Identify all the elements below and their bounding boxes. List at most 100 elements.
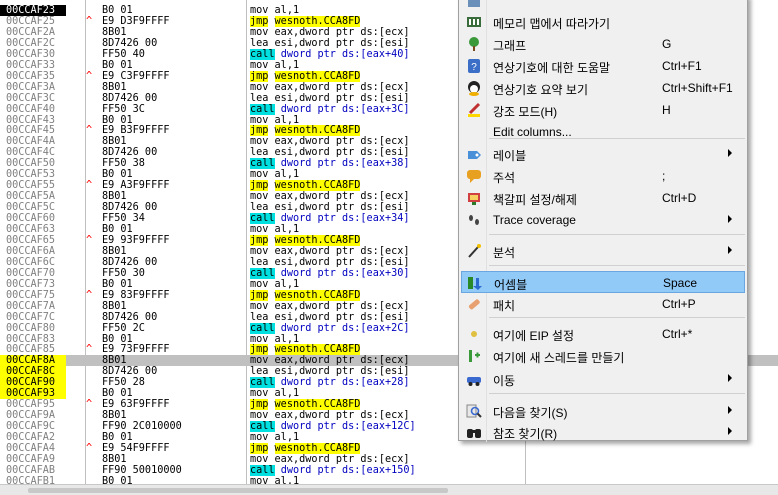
operands: wesnoth.CCA8FD — [274, 70, 361, 82]
instruction-cell: call dword ptr ds:[eax+34] — [250, 213, 410, 225]
bytes-cell: B0 01 — [102, 432, 133, 444]
menu-item-graph-tree[interactable]: 그래프 G — [461, 33, 745, 55]
instruction-cell: call dword ptr ds:[eax+30] — [250, 267, 410, 279]
menu-item-new-thread[interactable]: 여기에 새 스레드를 만들기 — [461, 345, 745, 367]
address-cell: 00CCAF7A — [6, 300, 56, 312]
instruction-cell: mov eax,dword ptr ds:[ecx] — [250, 136, 409, 147]
menu-item-analysis-wand[interactable]: 분석 — [461, 240, 745, 262]
address-cell: 00CCAF7C — [6, 311, 56, 323]
instruction-cell: jmp wesnoth.CCA8FD — [250, 399, 361, 411]
instruction-cell: mov eax,dword ptr ds:[ecx] — [250, 301, 409, 312]
menu-item-label[interactable]: 레이블 — [461, 143, 745, 165]
address-cell: 00CCAF8C — [0, 366, 66, 378]
operands: al,1 — [274, 5, 300, 16]
mnemonic: mov — [250, 169, 269, 181]
menu-separator — [489, 138, 745, 139]
operands: esi,dword ptr ds:[esi] — [274, 202, 410, 214]
bytes-cell: E9 A3F9FFFF — [102, 180, 170, 192]
menu-item-patch-bandage[interactable]: 패치 Ctrl+P — [461, 293, 745, 315]
instruction-cell: lea esi,dword ptr ds:[esi] — [250, 147, 409, 158]
instruction-cell: mov al,1 — [250, 279, 299, 290]
bytes-cell: 8D7426 00 — [102, 92, 158, 104]
operands: dword ptr ds:[eax+150] — [280, 464, 416, 476]
address-cell: 00CCAF2A — [6, 26, 56, 38]
instruction-cell: call dword ptr ds:[eax+150] — [250, 464, 416, 476]
address-cell: 00CCAFA2 — [6, 432, 56, 444]
menu-item-assemble[interactable]: 어셈블 Space — [461, 271, 745, 293]
menu-item-label: Trace coverage — [493, 213, 576, 227]
menu-item-goto-car[interactable]: 이동 — [461, 368, 745, 390]
scrollbar-thumb[interactable] — [28, 488, 448, 493]
menu-item-memory-map[interactable]: 메모리 맵에서 따라가기 — [461, 11, 745, 33]
menu-item-shortcut: Ctrl+P — [662, 297, 696, 311]
submenu-arrow-icon — [728, 406, 732, 414]
operands: al,1 — [274, 432, 300, 444]
bytes-cell: FF90 2C010000 — [102, 421, 182, 433]
instruction-cell: mov al,1 — [250, 388, 299, 399]
instruction-cell: lea esi,dword ptr ds:[esi] — [250, 38, 409, 49]
jump-up-arrow-icon: ^ — [86, 125, 93, 137]
address-cell: 00CCAF5A — [6, 191, 56, 203]
bytes-cell: E9 73F9FFFF — [102, 344, 170, 356]
menu-item-bookmark[interactable]: 책갈피 설정/해제 Ctrl+D — [461, 187, 745, 209]
address-cell: 00CCAF25 — [6, 15, 56, 27]
instruction-cell: mov eax,dword ptr ds:[ecx] — [250, 355, 409, 366]
disasm-row[interactable]: 00CCAFAB FF90 50010000 call dword ptr ds:[… — [0, 464, 778, 476]
operands: al,1 — [274, 59, 300, 71]
menu-item-comment[interactable]: 주석; — [461, 165, 745, 187]
bytes-cell: FF50 30 — [102, 267, 145, 279]
menu-item-trace-footprints[interactable]: Trace coverage — [461, 209, 745, 231]
address-cell: 00CCAF80 — [6, 322, 56, 334]
address-cell: 00CCAF93 — [0, 388, 66, 400]
menu-item-help[interactable]: ? 연상기호에 대한 도움말 Ctrl+F1 — [461, 55, 745, 77]
mnemonic: jmp — [250, 344, 269, 356]
menu-item-none[interactable]: Edit columns... — [461, 121, 745, 143]
address-cell: 00CCAF83 — [6, 333, 56, 345]
mnemonic: mov — [250, 191, 269, 203]
menu-item-find-magnifier[interactable]: 다음을 찾기(S) — [461, 400, 745, 422]
mnemonic: jmp — [250, 234, 269, 246]
submenu-arrow-icon — [728, 374, 732, 382]
instruction-cell: mov eax,dword ptr ds:[ecx] — [250, 82, 409, 93]
trace-footprints-icon — [466, 212, 482, 228]
address-cell: 00CCAF85 — [6, 344, 56, 356]
operands: eax,dword ptr ds:[ecx] — [274, 81, 410, 93]
disasm-row[interactable]: 00CCAFA9 8B01 mov eax,dword ptr ds:[ecx] — [0, 454, 778, 465]
mnemonic: mov — [250, 300, 269, 312]
address-cell: 00CCAF53 — [6, 169, 56, 181]
label-icon — [466, 146, 482, 162]
operands: dword ptr ds:[eax+28] — [280, 377, 410, 389]
bytes-cell: 8B01 — [102, 355, 127, 367]
address-cell: 00CCAF55 — [6, 180, 56, 192]
operands: al,1 — [274, 278, 300, 290]
jump-up-arrow-icon: ^ — [86, 443, 93, 454]
menu-item-shortcut: Ctrl+Shift+F1 — [662, 81, 733, 95]
disasm-row[interactable]: 00CCAFA4 ^ E9 54F9FFFF jmp wesnoth.CCA8FD — [0, 443, 778, 454]
address-cell: 00CCAF9A — [6, 410, 56, 422]
operands: eax,dword ptr ds:[ecx] — [274, 26, 410, 38]
bytes-cell: 8D7426 00 — [102, 37, 158, 49]
menu-item-label: 여기에 새 스레드를 만들기 — [493, 351, 625, 365]
menu-item-highlight-pen[interactable]: 강조 모드(H) H — [461, 99, 745, 121]
bytes-cell: E9 93F9FFFF — [102, 234, 170, 246]
bytes-cell: 8B01 — [102, 81, 127, 93]
menu-item-set-eip[interactable]: 여기에 EIP 설정 Ctrl+* — [461, 323, 745, 345]
submenu-arrow-icon — [728, 246, 732, 254]
instruction-cell: mov eax,dword ptr ds:[ecx] — [250, 27, 409, 38]
menu-item-binoculars[interactable]: 참조 찾기(R) — [461, 421, 745, 443]
graph-tree-icon — [466, 36, 482, 52]
menu-item-mnemonic-brief[interactable]: 연상기호 요약 보기 Ctrl+Shift+F1 — [461, 77, 745, 99]
address-cell: 00CCAF2C — [6, 37, 56, 49]
menu-item-label: 주석 — [493, 171, 516, 185]
menu-separator — [489, 234, 745, 235]
instruction-cell: mov al,1 — [250, 432, 299, 443]
submenu-arrow-icon — [728, 427, 732, 435]
bytes-cell: B0 01 — [102, 333, 133, 345]
find-magnifier-icon — [466, 403, 482, 419]
instruction-cell: mov al,1 — [250, 169, 299, 180]
address-cell: 00CCAFA9 — [6, 453, 56, 465]
horizontal-scrollbar[interactable] — [0, 484, 778, 495]
bookmark-icon — [466, 190, 482, 206]
address-cell: 00CCAF70 — [6, 267, 56, 279]
instruction-cell: jmp wesnoth.CCA8FD — [250, 125, 361, 137]
